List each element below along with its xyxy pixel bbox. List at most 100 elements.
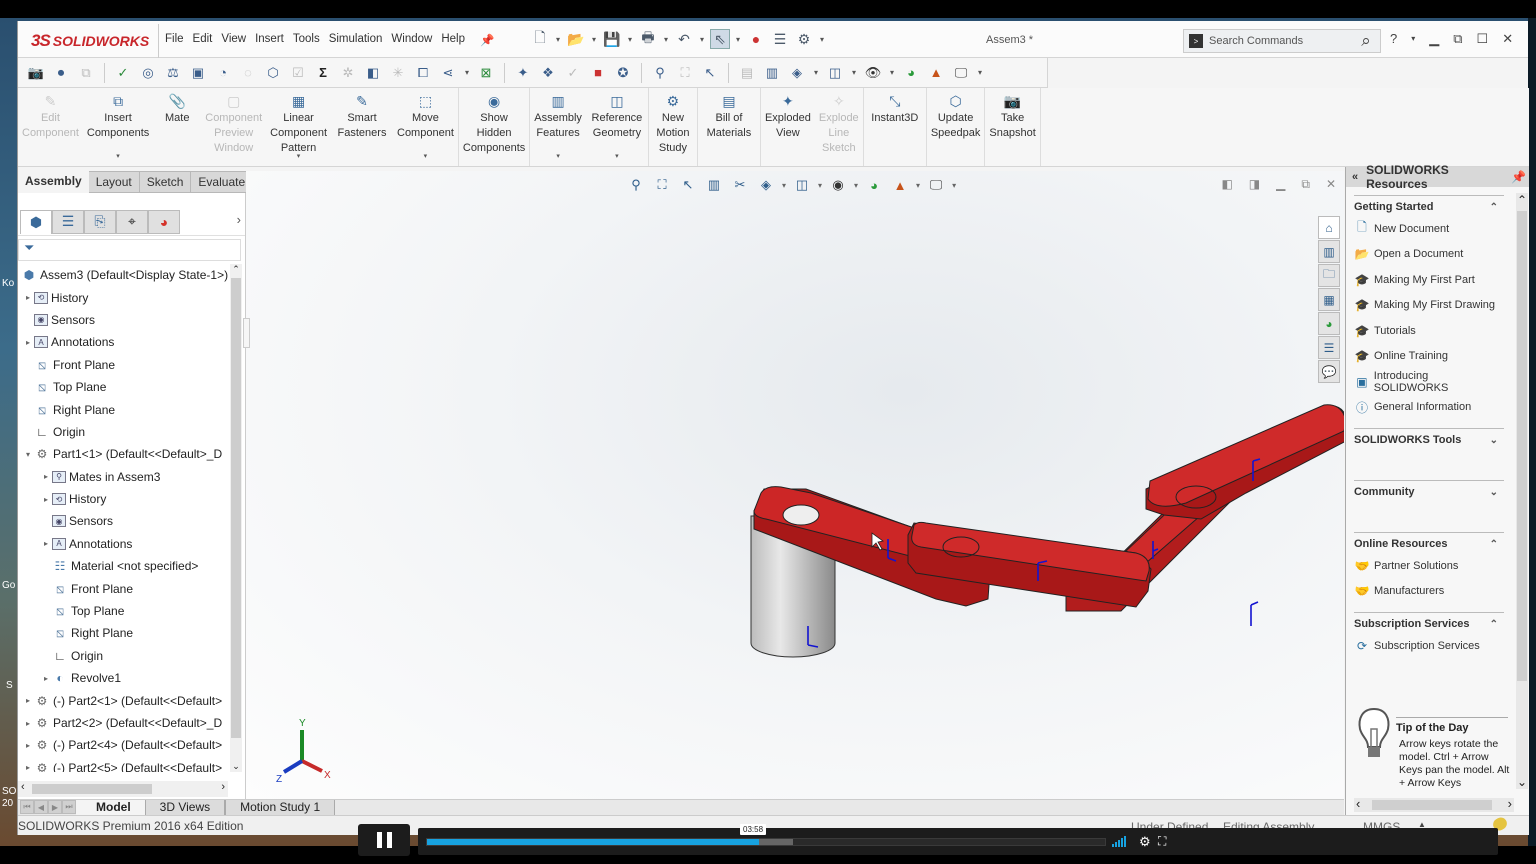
- hide-show-icon[interactable]: 👁: [863, 63, 883, 83]
- tree-node[interactable]: ⧅ Top Plane: [18, 600, 230, 622]
- drawing-icon[interactable]: ■: [588, 63, 608, 83]
- select-cursor-icon[interactable]: ⇖: [710, 29, 730, 49]
- tree-node[interactable]: ∟ Origin: [18, 645, 230, 667]
- undo-dropdown-icon[interactable]: ▾: [698, 35, 706, 44]
- feature-filter-icon[interactable]: ⏷: [18, 239, 241, 261]
- new-document-icon[interactable]: 🗋: [530, 29, 550, 49]
- tree-horizontal-scrollbar[interactable]: ‹ ›: [18, 781, 228, 797]
- scroll-left-icon[interactable]: ‹: [21, 781, 25, 793]
- resource-link[interactable]: 🗋 New Document: [1354, 216, 1504, 242]
- record-icon[interactable]: ⏺: [51, 63, 71, 83]
- rebuild-traffic-light-icon[interactable]: ●: [746, 29, 766, 49]
- appearances-icon[interactable]: ◕: [1318, 312, 1340, 335]
- hole-alignment-icon[interactable]: ⋖: [438, 63, 458, 83]
- menu-window[interactable]: Window: [391, 33, 440, 47]
- resource-link[interactable]: 🎓 Online Training: [1354, 344, 1504, 370]
- expand-toggle-icon[interactable]: ▾: [22, 450, 34, 459]
- property-manager-tab[interactable]: ☰: [52, 209, 84, 234]
- tree-node[interactable]: ▸ ⚙ (-) Part2<5> (Default<<Default>: [18, 757, 230, 772]
- chevron-up-icon[interactable]: ⌃: [1490, 539, 1498, 550]
- graphics-area[interactable]: ⚲ ⛶ ↖ ▥ ✂ ◈ ▾ ◫ ▾ ◉ ▾ ◕ ▲ ▾ 🖵 ▾ ◧ ◨ ▁ ⧉ ✕: [246, 171, 1344, 799]
- performance-icon[interactable]: ◔: [213, 63, 233, 83]
- instant3d-button[interactable]: ⤡ Instant3D: [864, 88, 926, 166]
- edit-component-button[interactable]: ✎ Edit Component: [18, 88, 83, 166]
- home-icon[interactable]: ⌂: [1318, 216, 1340, 239]
- design-library-icon[interactable]: ▥: [1318, 240, 1340, 263]
- tree-node[interactable]: ⧅ Right Plane: [18, 622, 230, 644]
- expand-toggle-icon[interactable]: ▸: [22, 338, 34, 347]
- dropdown-arrow-icon[interactable]: ▾: [116, 149, 120, 164]
- zoom-area-icon[interactable]: ⛶: [675, 63, 695, 83]
- scroll-up-icon[interactable]: ⌃: [230, 264, 242, 275]
- resource-link[interactable]: 🤝 Partner Solutions: [1354, 553, 1504, 579]
- measure-icon[interactable]: ◎: [138, 63, 158, 83]
- chevron-down-icon[interactable]: ⌄: [1490, 435, 1498, 446]
- maximize-button[interactable]: ☐: [1477, 31, 1489, 47]
- toolbar-dropdown-icon[interactable]: ▾: [463, 68, 471, 77]
- tree-root-assembly[interactable]: ⬢ Assem3 (Default<Display State-1>): [18, 264, 230, 286]
- expand-toggle-icon[interactable]: ▸: [22, 293, 34, 302]
- assembly-model[interactable]: [246, 171, 1344, 799]
- prev-tab-icon[interactable]: ◀: [34, 800, 48, 814]
- tile-windows-button[interactable]: ⧉: [1453, 31, 1462, 47]
- tree-node[interactable]: ⧅ Right Plane: [18, 398, 230, 420]
- close-button[interactable]: ✕: [1502, 31, 1513, 47]
- view-settings-dropdown-icon[interactable]: ▾: [976, 68, 984, 77]
- section-header[interactable]: Online Resources ⌃: [1354, 535, 1504, 553]
- view-orientation-icon[interactable]: ◈: [787, 63, 807, 83]
- undo-icon[interactable]: ↶: [674, 29, 694, 49]
- star-icon[interactable]: ✳: [388, 63, 408, 83]
- menu-file[interactable]: File: [165, 33, 192, 47]
- tab-evaluate[interactable]: Evaluate: [191, 171, 254, 193]
- open-icon[interactable]: 📂: [566, 29, 586, 49]
- menu-insert[interactable]: Insert: [255, 33, 292, 47]
- dynamic-annotation-icon[interactable]: ▥: [762, 63, 782, 83]
- scroll-down-icon[interactable]: ⌄: [230, 761, 242, 772]
- previous-view-icon[interactable]: ↖: [700, 63, 720, 83]
- tree-node[interactable]: ▸ A Annotations: [18, 533, 230, 555]
- pin-pane-icon[interactable]: 📌: [1511, 170, 1526, 184]
- select-dropdown-icon[interactable]: ▾: [734, 35, 742, 44]
- symmetry-icon[interactable]: ◧: [363, 63, 383, 83]
- mate-button[interactable]: 📎 Mate: [153, 88, 201, 166]
- tree-node[interactable]: ⧅ Front Plane: [18, 354, 230, 376]
- scrollbar-thumb[interactable]: [1517, 211, 1527, 681]
- section-header[interactable]: SOLIDWORKS Tools ⌄: [1354, 431, 1504, 449]
- section-header[interactable]: Community ⌄: [1354, 483, 1504, 501]
- component-preview-window-button[interactable]: ▢ Component Preview Window: [201, 88, 266, 166]
- help-dropdown-icon[interactable]: ▾: [1411, 34, 1415, 47]
- chevron-up-icon[interactable]: ⌃: [1490, 619, 1498, 630]
- save-icon[interactable]: 💾: [602, 29, 622, 49]
- verify-icon[interactable]: ✓: [563, 63, 583, 83]
- copy-settings-icon[interactable]: ⧉: [76, 63, 96, 83]
- tree-node[interactable]: ▾ ⚙ Part1<1> (Default<<Default>_D: [18, 443, 230, 465]
- expand-toggle-icon[interactable]: ▸: [22, 696, 34, 705]
- view-palette-icon[interactable]: ▦: [1318, 288, 1340, 311]
- options-gear-icon[interactable]: ⚙: [794, 29, 814, 49]
- section-view-icon[interactable]: ▤: [737, 63, 757, 83]
- dropdown-arrow-icon[interactable]: ▾: [297, 149, 301, 164]
- bottom-tab-motion-study-1[interactable]: Motion Study 1: [225, 800, 336, 816]
- pin-menu-icon[interactable]: 📌: [480, 33, 502, 47]
- clearance-icon[interactable]: ◌: [238, 63, 258, 83]
- compare-icon[interactable]: ⧠: [413, 63, 433, 83]
- help-button[interactable]: ?: [1390, 31, 1397, 47]
- bottom-tab-model[interactable]: Model: [76, 800, 145, 816]
- zoom-to-fit-icon[interactable]: ⚲: [650, 63, 670, 83]
- bottom-tab-3d-views[interactable]: 3D Views: [144, 800, 226, 816]
- show-hidden-components-button[interactable]: ◉ Show Hidden Components: [459, 88, 529, 166]
- expand-toggle-icon[interactable]: ▸: [22, 763, 34, 772]
- custom-properties-icon[interactable]: ☰: [1318, 336, 1340, 359]
- resources-vertical-scrollbar[interactable]: ⌃ ⌄: [1516, 193, 1528, 789]
- tree-node[interactable]: ▸ ⟲ History: [18, 286, 230, 308]
- section-header[interactable]: Getting Started ⌃: [1354, 198, 1504, 216]
- expand-toggle-icon[interactable]: ▸: [22, 741, 34, 750]
- resource-link[interactable]: 🤝 Manufacturers: [1354, 579, 1504, 605]
- decal-icon[interactable]: ❖: [538, 63, 558, 83]
- scroll-down-icon[interactable]: ⌄: [1516, 775, 1528, 789]
- forum-icon[interactable]: 💬: [1318, 360, 1340, 383]
- file-explorer-icon[interactable]: 🗀: [1318, 264, 1340, 287]
- edit-appearance-icon[interactable]: ◕: [901, 63, 921, 83]
- resource-link[interactable]: ▣ Introducing SOLIDWORKS: [1354, 369, 1504, 395]
- resource-link[interactable]: 🎓 Tutorials: [1354, 318, 1504, 344]
